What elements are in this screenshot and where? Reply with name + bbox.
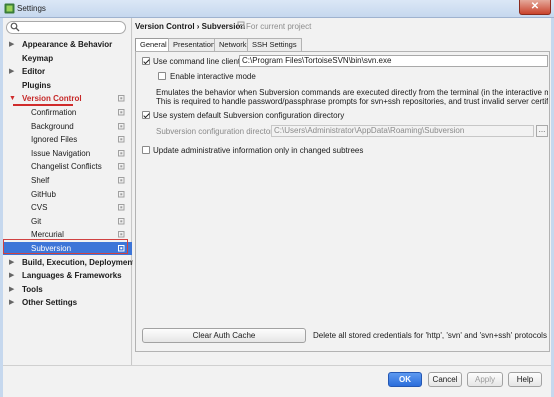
expand-right-icon[interactable]: ▶ xyxy=(9,269,14,282)
tree-item-label: Build, Execution, Deployment xyxy=(22,257,135,267)
use-cli-label: Use command line client: xyxy=(153,57,243,66)
config-dir-label: Subversion configuration directory: xyxy=(156,127,280,136)
tree-item-other-settings[interactable]: ▶ Other Settings xyxy=(3,296,132,309)
tree-item-label: Git xyxy=(31,216,42,226)
use-cli-checkbox[interactable] xyxy=(142,57,150,65)
tree-item-label: Plugins xyxy=(22,80,51,90)
project-scope-icon xyxy=(118,204,125,211)
tab-presentation[interactable]: Presentation xyxy=(168,38,221,51)
use-default-config-dir-label: Use system default Subversion configurat… xyxy=(153,111,345,120)
expand-right-icon[interactable]: ▶ xyxy=(9,65,14,78)
project-scope-icon xyxy=(118,95,125,102)
tree-item-label: Shelf xyxy=(31,176,50,185)
ok-button[interactable]: OK xyxy=(388,372,422,387)
tree-item-shelf[interactable]: Shelf xyxy=(3,174,132,187)
browse-button: … xyxy=(536,125,548,137)
search-input[interactable] xyxy=(6,21,126,34)
window-title: Settings xyxy=(17,4,46,13)
tree-item-label: Issue Navigation xyxy=(31,148,91,158)
tree-item-changelist-conflicts[interactable]: Changelist Conflicts xyxy=(3,160,132,173)
project-scope-icon xyxy=(118,149,125,157)
tab-network[interactable]: Network xyxy=(214,38,252,51)
project-scope-icon xyxy=(118,177,125,184)
tree-item-label: Other Settings xyxy=(22,298,78,308)
tab-ssh-settings[interactable]: SSH Settings xyxy=(247,38,302,51)
tree-item-label: Appearance & Behavior xyxy=(22,40,113,49)
tree-item-keymap[interactable]: Keymap xyxy=(3,52,132,65)
project-scope-icon xyxy=(118,109,125,116)
app-icon xyxy=(4,3,15,14)
interactive-mode-checkbox[interactable] xyxy=(158,72,166,80)
tree-item-cvs[interactable]: CVS xyxy=(3,201,132,214)
expand-right-icon[interactable]: ▶ xyxy=(9,296,14,309)
tree-item-label: GitHub xyxy=(31,189,56,199)
interactive-mode-label: Enable interactive mode xyxy=(170,72,256,81)
tree-item-github[interactable]: GitHub xyxy=(3,188,132,201)
annotation-underline xyxy=(13,104,73,106)
tree-item-label: Tools xyxy=(22,284,43,294)
annotation-highlight-box xyxy=(3,239,128,254)
tree-item-plugins[interactable]: Plugins xyxy=(3,79,132,92)
cli-path-field[interactable]: C:\Program Files\TortoiseSVN\bin\svn.exe xyxy=(239,55,548,67)
update-admin-info-label: Update administrative information only i… xyxy=(153,146,364,155)
breadcrumb: Version Control › Subversion xyxy=(135,22,246,31)
tree-item-editor[interactable]: ▶ Editor xyxy=(3,65,132,78)
close-button[interactable]: ✕ xyxy=(519,0,551,15)
tree-item-ignored-files[interactable]: Ignored Files xyxy=(3,133,132,146)
tree-item-label: Keymap xyxy=(22,53,54,63)
tree-item-label: Changelist Conflicts xyxy=(31,162,102,172)
project-scope-icon xyxy=(118,190,125,198)
project-scope-icon xyxy=(118,231,125,238)
expand-right-icon[interactable]: ▶ xyxy=(9,38,14,51)
project-scope-icon xyxy=(118,217,125,225)
tree-item-tools[interactable]: ▶ Tools xyxy=(3,283,132,296)
search-icon xyxy=(10,22,20,32)
tree-item-label: Languages & Frameworks xyxy=(22,271,122,281)
tree-item-label: Ignored Files xyxy=(31,135,78,145)
cancel-button[interactable]: Cancel xyxy=(428,372,462,387)
project-scope-icon xyxy=(118,122,125,130)
title-bar xyxy=(0,0,554,18)
tree-item-label: Editor xyxy=(22,67,46,77)
project-scope-icon xyxy=(118,136,125,143)
tree-item-issue-navigation[interactable]: Issue Navigation xyxy=(3,147,132,160)
tree-item-git[interactable]: Git xyxy=(3,215,132,228)
interactive-desc-line-1: Emulates the behavior when Subversion co… xyxy=(156,88,548,97)
clear-auth-cache-button[interactable]: Clear Auth Cache xyxy=(142,328,306,343)
tree-item-confirmation[interactable]: Confirmation xyxy=(3,106,132,119)
tree-item-languages-frameworks[interactable]: ▶ Languages & Frameworks xyxy=(3,269,132,282)
project-scope-icon xyxy=(237,21,245,29)
interactive-desc-line-2: This is required to handle password/pass… xyxy=(156,97,548,106)
config-dir-field: C:\Users\Administrator\AppData\Roaming\S… xyxy=(271,125,534,137)
project-scope-icon xyxy=(118,163,125,170)
tree-item-label: CVS xyxy=(31,203,48,213)
tab-general[interactable]: General xyxy=(135,38,172,52)
apply-button[interactable]: Apply xyxy=(467,372,503,387)
update-admin-info-checkbox[interactable] xyxy=(142,146,150,154)
tree-item-build-execution-deployment[interactable]: ▶ Build, Execution, Deployment xyxy=(3,256,135,269)
expand-right-icon[interactable]: ▶ xyxy=(9,283,14,296)
scope-note: For current project xyxy=(246,22,312,31)
help-button[interactable]: Help xyxy=(508,372,542,387)
tree-item-background[interactable]: Background xyxy=(3,120,132,133)
tree-item-appearance-behavior[interactable]: ▶ Appearance & Behavior xyxy=(3,38,132,51)
expand-right-icon[interactable]: ▶ xyxy=(9,256,14,269)
tree-item-label: Background xyxy=(31,121,74,131)
clear-auth-cache-description: Delete all stored credentials for 'http'… xyxy=(313,331,547,340)
tree-item-label: Confirmation xyxy=(31,108,77,117)
use-default-config-dir-checkbox[interactable] xyxy=(142,111,150,119)
